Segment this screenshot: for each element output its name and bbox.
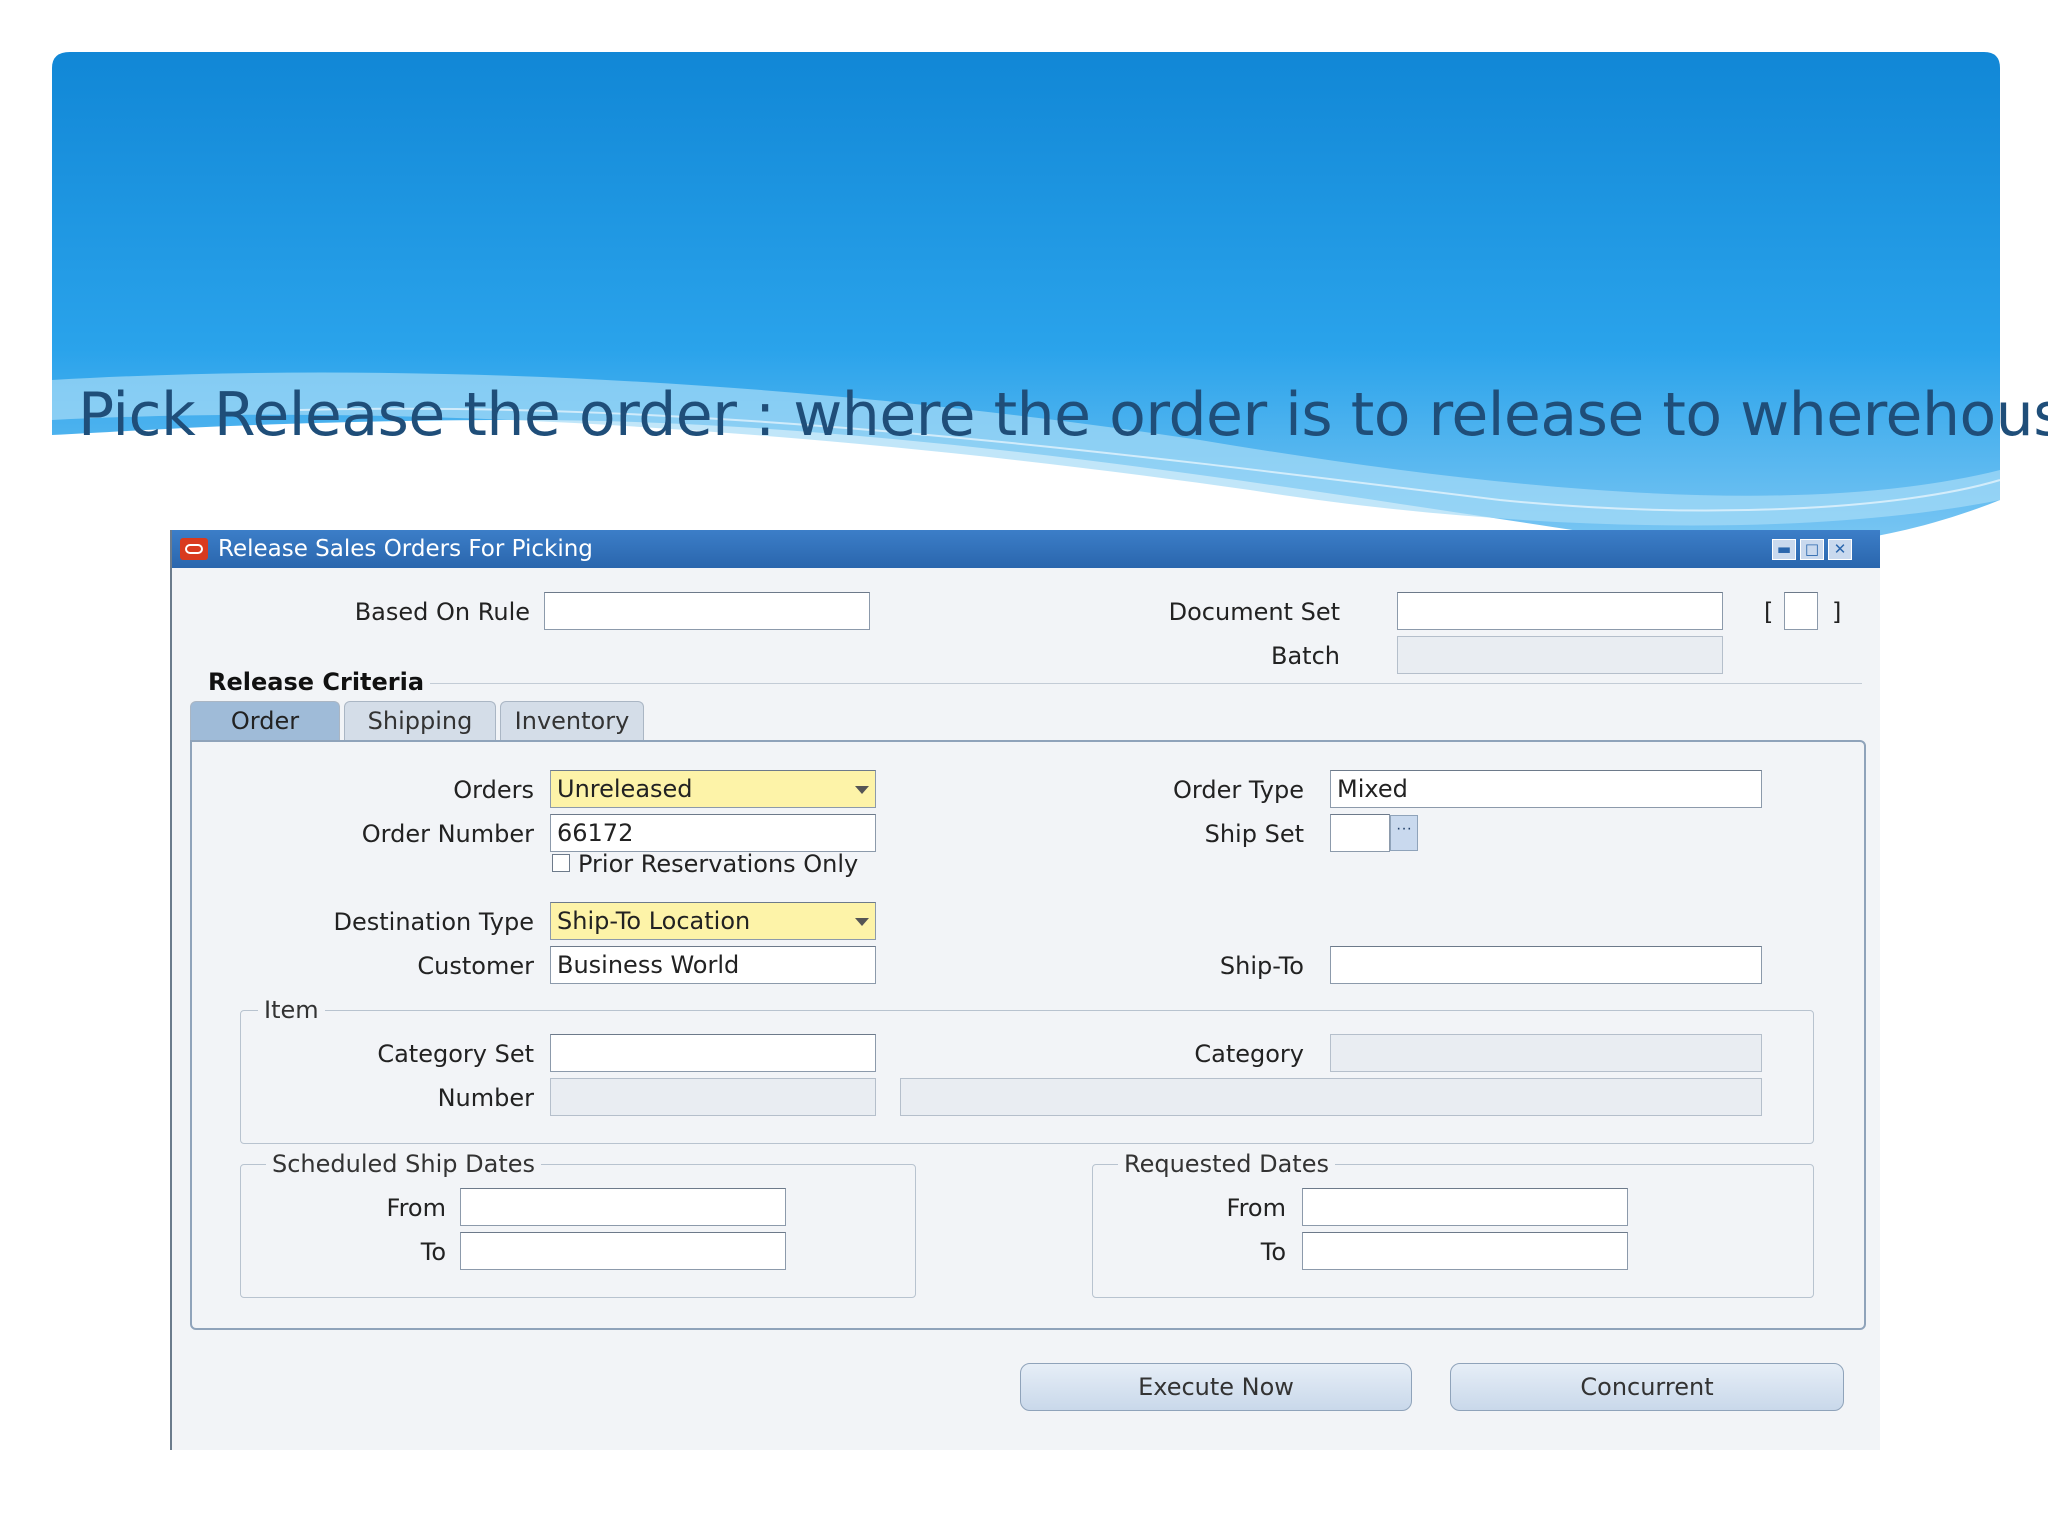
ship-to-label: Ship-To [1219, 952, 1304, 980]
scheduled-to-label: To [420, 1238, 446, 1266]
category-field [1330, 1034, 1762, 1072]
orders-select-value: Unreleased [557, 775, 693, 803]
item-number-label: Number [437, 1084, 534, 1112]
customer-field[interactable]: Business World [550, 946, 876, 984]
scheduled-ship-dates-group [240, 1164, 916, 1298]
item-number-field [550, 1078, 876, 1116]
chevron-down-icon [855, 786, 869, 794]
ship-set-label: Ship Set [1204, 820, 1304, 848]
minimize-icon[interactable]: ▬ [1772, 539, 1796, 560]
prior-reservations-label: Prior Reservations Only [578, 850, 859, 878]
requested-dates-group [1092, 1164, 1814, 1298]
slide-title: Pick Release the order : where the order… [78, 380, 2048, 450]
execute-now-button[interactable]: Execute Now [1020, 1363, 1412, 1411]
document-set-field[interactable] [1397, 592, 1723, 630]
release-sales-orders-window: Release Sales Orders For Picking ▬ □ ✕ B… [170, 530, 1880, 1450]
maximize-icon[interactable]: □ [1800, 539, 1824, 560]
tab-order[interactable]: Order [190, 701, 340, 741]
order-number-field[interactable]: 66172 [550, 814, 876, 852]
chevron-down-icon [855, 918, 869, 926]
scheduled-to-field[interactable] [460, 1232, 786, 1270]
item-group-label: Item [258, 996, 325, 1024]
window-title: Release Sales Orders For Picking [218, 536, 593, 562]
category-set-field[interactable] [550, 1034, 876, 1072]
item-group [240, 1010, 1814, 1144]
category-label: Category [1194, 1040, 1304, 1068]
requested-dates-label: Requested Dates [1118, 1150, 1335, 1178]
oracle-logo-icon [180, 538, 208, 560]
order-tab-panel: Orders Unreleased Order Number 66172 Pri… [190, 740, 1866, 1330]
based-on-rule-field[interactable] [544, 592, 870, 630]
ship-set-field[interactable] [1330, 814, 1390, 852]
requested-to-field[interactable] [1302, 1232, 1628, 1270]
concurrent-button[interactable]: Concurrent [1450, 1363, 1844, 1411]
ship-set-lov-button[interactable]: ··· [1390, 815, 1418, 851]
prior-reservations-checkbox[interactable] [552, 854, 570, 872]
bracket-right: ] [1832, 598, 1842, 626]
requested-from-label: From [1226, 1194, 1286, 1222]
requested-to-label: To [1260, 1238, 1286, 1266]
ship-to-field[interactable] [1330, 946, 1762, 984]
document-set-label: Document Set [1168, 598, 1340, 626]
customer-label: Customer [417, 952, 534, 980]
scheduled-from-field[interactable] [460, 1188, 786, 1226]
descriptive-flexfield[interactable] [1784, 592, 1818, 630]
window-titlebar[interactable]: Release Sales Orders For Picking ▬ □ ✕ [172, 530, 1880, 568]
release-criteria-divider [202, 683, 1862, 684]
based-on-rule-label: Based On Rule [354, 598, 530, 626]
item-description-field [900, 1078, 1762, 1116]
release-criteria-heading: Release Criteria [202, 668, 431, 696]
order-type-field[interactable]: Mixed [1330, 770, 1762, 808]
destination-type-value: Ship-To Location [557, 907, 751, 935]
category-set-label: Category Set [377, 1040, 534, 1068]
scheduled-from-label: From [386, 1194, 446, 1222]
destination-type-label: Destination Type [333, 908, 534, 936]
close-icon[interactable]: ✕ [1828, 539, 1852, 560]
slide-banner [52, 52, 2001, 548]
batch-field [1397, 636, 1723, 674]
order-type-label: Order Type [1173, 776, 1304, 804]
tab-inventory[interactable]: Inventory [500, 701, 644, 741]
orders-label: Orders [453, 776, 534, 804]
requested-from-field[interactable] [1302, 1188, 1628, 1226]
destination-type-select[interactable]: Ship-To Location [550, 902, 876, 940]
order-number-label: Order Number [361, 820, 534, 848]
tab-shipping[interactable]: Shipping [344, 701, 496, 741]
scheduled-ship-dates-label: Scheduled Ship Dates [266, 1150, 541, 1178]
orders-select[interactable]: Unreleased [550, 770, 876, 808]
bracket-left: [ [1764, 598, 1774, 626]
batch-label: Batch [1271, 642, 1340, 670]
